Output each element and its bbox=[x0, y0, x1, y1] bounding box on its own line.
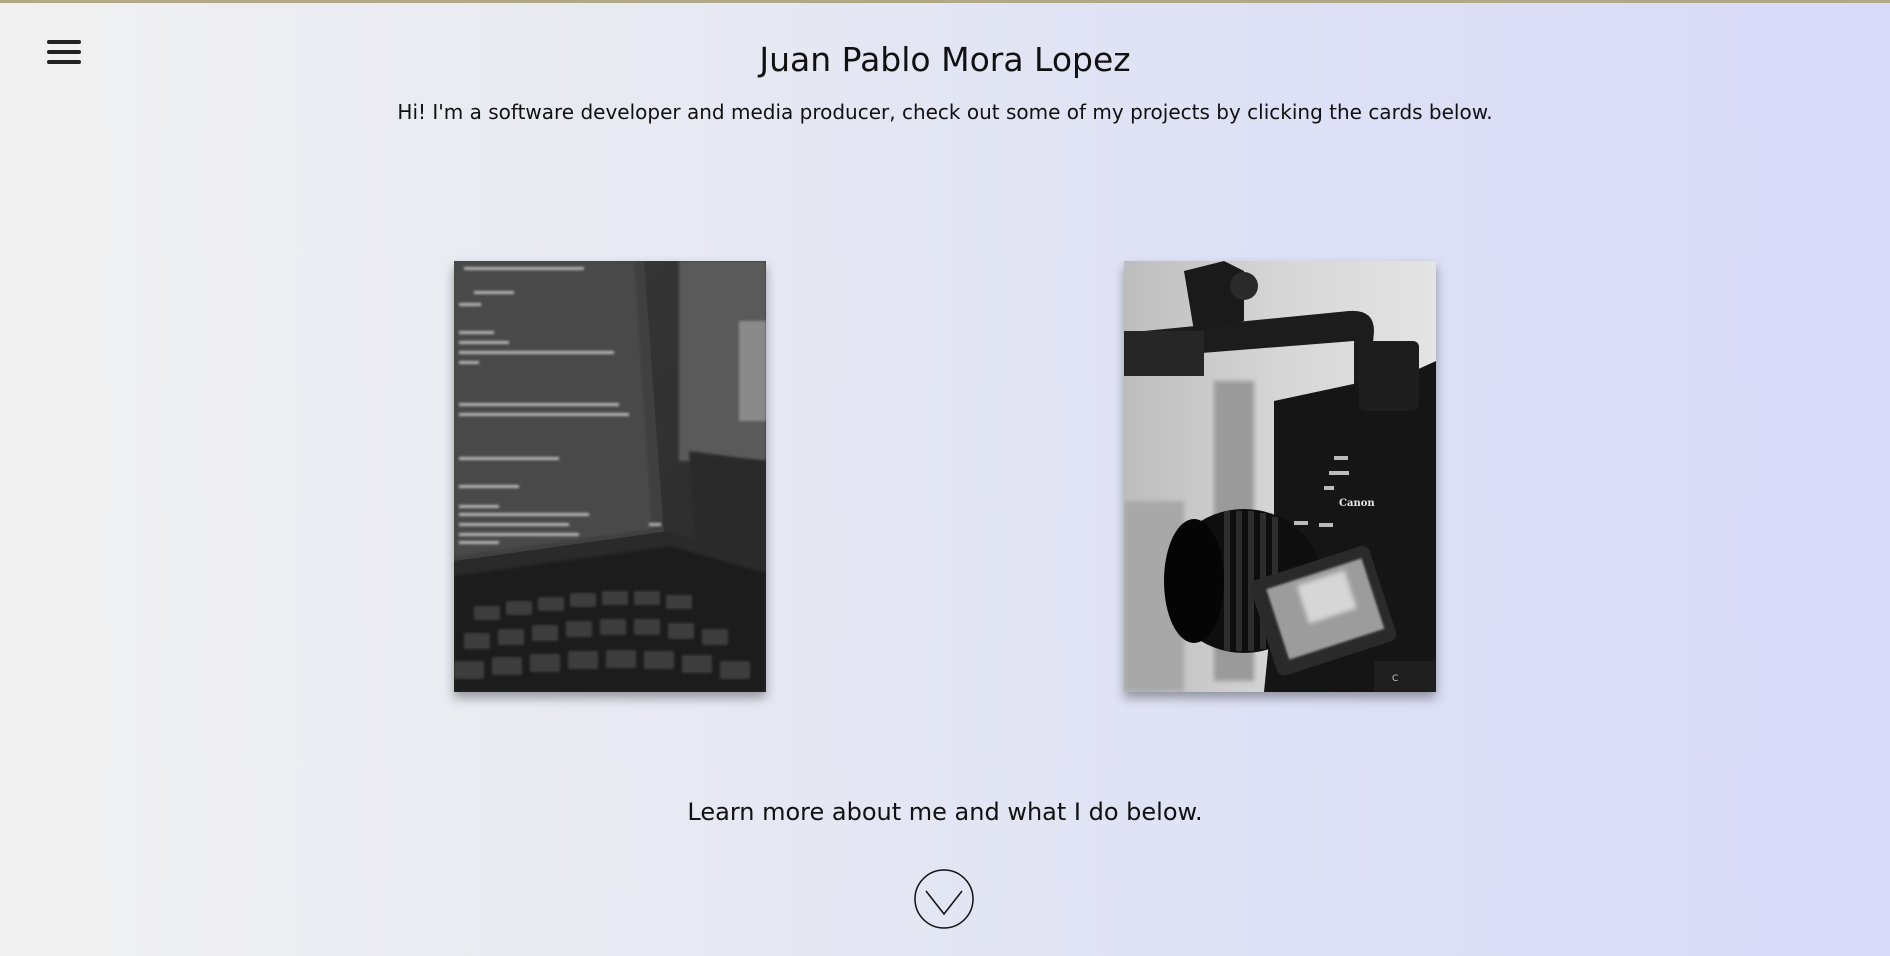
svg-text:C: C bbox=[1392, 674, 1398, 684]
media-projects-card[interactable]: Canon C bbox=[1124, 261, 1436, 692]
chevron-down-circle-icon[interactable] bbox=[914, 869, 974, 929]
svg-text:Canon: Canon bbox=[1339, 498, 1375, 509]
page-title: Juan Pablo Mora Lopez bbox=[759, 40, 1131, 79]
top-border bbox=[0, 0, 1890, 3]
laptop-code-photo bbox=[454, 261, 766, 692]
software-projects-card[interactable] bbox=[454, 261, 766, 692]
intro-text: Hi! I'm a software developer and media p… bbox=[397, 100, 1493, 124]
canon-video-camera-photo: Canon C bbox=[1124, 261, 1436, 692]
learn-more-text: Learn more about me and what I do below. bbox=[687, 798, 1203, 826]
